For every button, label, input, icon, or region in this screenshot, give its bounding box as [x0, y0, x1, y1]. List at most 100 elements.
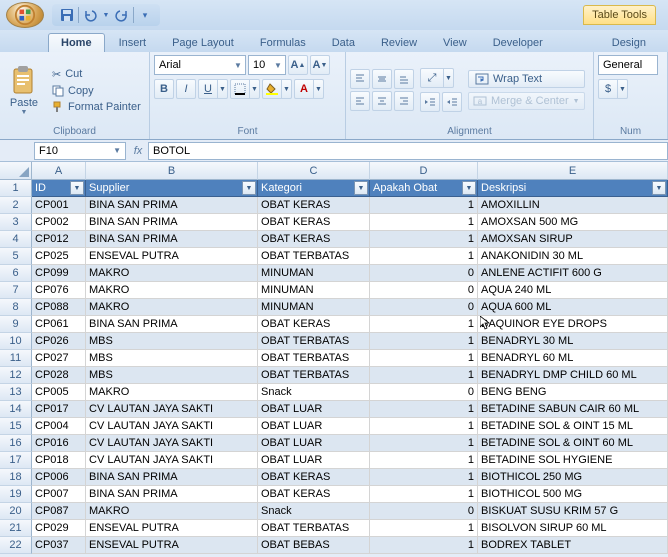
cell[interactable]: MINUMAN: [258, 299, 370, 316]
filter-icon[interactable]: ▼: [462, 181, 476, 195]
worksheet-grid[interactable]: A B C D E 1 ID▼ Supplier▼ Kategori▼ Apak…: [0, 162, 668, 554]
select-all-button[interactable]: [0, 162, 32, 180]
tab-insert[interactable]: Insert: [107, 34, 159, 52]
row-header[interactable]: 7: [0, 282, 32, 299]
row-header[interactable]: 13: [0, 384, 32, 401]
cell[interactable]: OBAT KERAS: [258, 469, 370, 486]
cell[interactable]: OBAT KERAS: [258, 231, 370, 248]
align-middle-button[interactable]: [372, 69, 392, 89]
cell[interactable]: 1: [370, 486, 478, 503]
undo-dropdown-icon[interactable]: ▼: [101, 6, 111, 24]
header-cell-kategori[interactable]: Kategori▼: [258, 180, 370, 197]
cell[interactable]: OBAT KERAS: [258, 316, 370, 333]
row-header[interactable]: 6: [0, 265, 32, 282]
tab-page-layout[interactable]: Page Layout: [160, 34, 246, 52]
cell[interactable]: CP006: [32, 469, 86, 486]
format-painter-button[interactable]: Format Painter: [48, 100, 145, 114]
cell[interactable]: OBAT TERBATAS: [258, 520, 370, 537]
font-color-button[interactable]: A: [294, 79, 314, 99]
cell[interactable]: CP017: [32, 401, 86, 418]
cell[interactable]: OBAT LUAR: [258, 418, 370, 435]
tab-view[interactable]: View: [431, 34, 479, 52]
cell[interactable]: OBAT LUAR: [258, 452, 370, 469]
cell[interactable]: 0: [370, 384, 478, 401]
row-header[interactable]: 11: [0, 350, 32, 367]
cell[interactable]: BENG BENG: [478, 384, 668, 401]
cell[interactable]: MBS: [86, 333, 258, 350]
chevron-down-icon[interactable]: ▼: [113, 146, 121, 155]
cell[interactable]: OBAT TERBATAS: [258, 367, 370, 384]
filter-icon[interactable]: ▼: [652, 181, 666, 195]
orientation-dropdown[interactable]: ▼: [444, 68, 454, 88]
cell[interactable]: MINUMAN: [258, 282, 370, 299]
font-size-combo[interactable]: 10▼: [248, 55, 286, 75]
align-right-button[interactable]: [394, 91, 414, 111]
border-dropdown[interactable]: ▼: [250, 79, 260, 99]
cell[interactable]: OBAT LUAR: [258, 435, 370, 452]
grow-font-button[interactable]: A▲: [288, 55, 308, 75]
cell[interactable]: 0: [370, 299, 478, 316]
cell[interactable]: BENADRYL DMP CHILD 60 ML: [478, 367, 668, 384]
cell[interactable]: AMOXSAN SIRUP: [478, 231, 668, 248]
cell[interactable]: OBAT KERAS: [258, 486, 370, 503]
cell[interactable]: AQUA 600 ML: [478, 299, 668, 316]
row-header[interactable]: 21: [0, 520, 32, 537]
cell[interactable]: OBAT LUAR: [258, 401, 370, 418]
cell[interactable]: MINUMAN: [258, 265, 370, 282]
cell[interactable]: ANAKONIDIN 30 ML: [478, 248, 668, 265]
cell[interactable]: CP016: [32, 435, 86, 452]
cell[interactable]: MAKRO: [86, 384, 258, 401]
increase-indent-button[interactable]: [442, 92, 462, 112]
col-header-B[interactable]: B: [86, 162, 258, 180]
underline-dropdown[interactable]: ▼: [218, 79, 228, 99]
col-header-A[interactable]: A: [32, 162, 86, 180]
cell[interactable]: 1: [370, 350, 478, 367]
row-header[interactable]: 17: [0, 452, 32, 469]
cell[interactable]: CP004: [32, 418, 86, 435]
cell[interactable]: CP061: [32, 316, 86, 333]
name-box[interactable]: F10▼: [34, 142, 126, 160]
align-top-button[interactable]: [350, 69, 370, 89]
accounting-button[interactable]: $: [598, 79, 618, 99]
save-icon[interactable]: [58, 6, 76, 24]
font-name-combo[interactable]: Arial▼: [154, 55, 246, 75]
header-cell-supplier[interactable]: Supplier▼: [86, 180, 258, 197]
col-header-D[interactable]: D: [370, 162, 478, 180]
cell[interactable]: BINA SAN PRIMA: [86, 469, 258, 486]
merge-center-button[interactable]: aMerge & Center▼: [468, 92, 585, 110]
cell[interactable]: CV LAUTAN JAYA SAKTI: [86, 435, 258, 452]
formula-input[interactable]: BOTOL: [148, 142, 668, 160]
cell[interactable]: CP099: [32, 265, 86, 282]
cell[interactable]: BETADINE SOL & OINT 60 ML: [478, 435, 668, 452]
fill-dropdown[interactable]: ▼: [282, 79, 292, 99]
align-bottom-button[interactable]: [394, 69, 414, 89]
cell[interactable]: BETADINE SOL & OINT 15 ML: [478, 418, 668, 435]
row-header[interactable]: 9: [0, 316, 32, 333]
cell[interactable]: MAKRO: [86, 299, 258, 316]
redo-icon[interactable]: [113, 6, 131, 24]
qat-customize-icon[interactable]: ▾: [136, 6, 154, 24]
filter-icon[interactable]: ▼: [70, 181, 84, 195]
cell[interactable]: AQUA 240 ML: [478, 282, 668, 299]
cell[interactable]: 0: [370, 503, 478, 520]
cell[interactable]: CP005: [32, 384, 86, 401]
cell[interactable]: OBAT BEBAS: [258, 537, 370, 554]
bold-button[interactable]: B: [154, 79, 174, 99]
tab-review[interactable]: Review: [369, 34, 429, 52]
shrink-font-button[interactable]: A▼: [310, 55, 330, 75]
underline-button[interactable]: U: [198, 79, 218, 99]
cell[interactable]: CP027: [32, 350, 86, 367]
cell[interactable]: 1: [370, 333, 478, 350]
tab-developer[interactable]: Developer: [481, 34, 555, 52]
cell[interactable]: 0: [370, 282, 478, 299]
cell[interactable]: CP088: [32, 299, 86, 316]
cell[interactable]: CP002: [32, 214, 86, 231]
decrease-indent-button[interactable]: [420, 92, 440, 112]
cell[interactable]: AMOXSAN 500 MG: [478, 214, 668, 231]
cell[interactable]: CV LAUTAN JAYA SAKTI: [86, 452, 258, 469]
cell[interactable]: CP037: [32, 537, 86, 554]
row-header[interactable]: 5: [0, 248, 32, 265]
cell[interactable]: 1: [370, 520, 478, 537]
row-header[interactable]: 15: [0, 418, 32, 435]
cell[interactable]: CP087: [32, 503, 86, 520]
